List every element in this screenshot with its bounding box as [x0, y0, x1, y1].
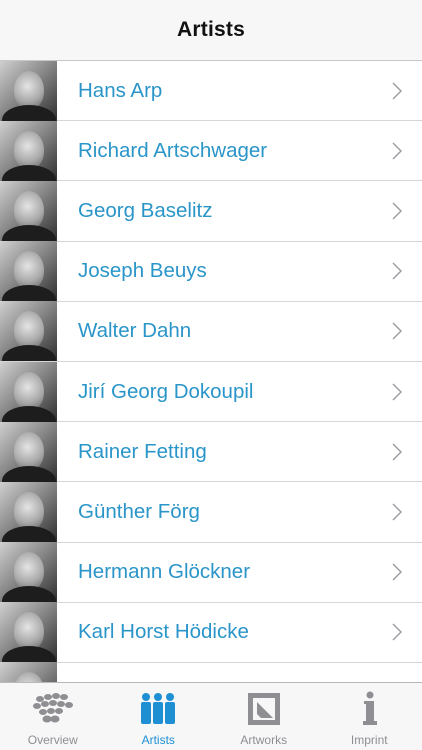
artist-photo [0, 542, 57, 603]
tab-label: Overview [27, 733, 78, 747]
chevron-right-icon [392, 503, 402, 521]
artist-list[interactable]: Hans Arp Richard Artschwager Georg Basel… [0, 61, 422, 682]
list-item[interactable]: Richard Artschwager [0, 120, 422, 182]
list-item[interactable]: Hans Arp [0, 61, 422, 122]
list-item[interactable]: Walter Dahn [0, 301, 422, 362]
chevron-right-icon [392, 383, 402, 401]
artist-name: Georg Baselitz [78, 198, 213, 222]
page-title: Artists [177, 18, 245, 41]
chevron-right-icon [392, 202, 402, 220]
tab-label: Imprint [350, 733, 388, 747]
chevron-right-icon [392, 443, 402, 461]
artist-name: Rainer Fetting [78, 439, 207, 463]
artists-icon [136, 689, 180, 729]
artist-name: Walter Dahn [78, 319, 192, 343]
tab-imprint[interactable]: Imprint [317, 683, 422, 750]
artist-name: Jirí Georg Dokoupil [78, 379, 254, 403]
chevron-right-icon [392, 82, 402, 100]
artist-photo [0, 301, 57, 362]
tab-bar: Overview Artists Artworks Imprint [0, 682, 422, 750]
artist-name: Richard Artschwager [78, 138, 268, 162]
list-item[interactable]: Karl Horst Hödicke [0, 602, 422, 663]
chevron-right-icon [392, 262, 402, 280]
navigation-bar: Artists [0, 0, 422, 61]
artist-photo [0, 180, 57, 241]
artist-name: Günther Förg [78, 499, 200, 523]
list-item[interactable]: Joseph Beuys [0, 241, 422, 302]
artist-photo [0, 61, 57, 121]
tab-artworks[interactable]: Artworks [211, 683, 317, 750]
artist-photo [0, 481, 57, 542]
imprint-icon [347, 689, 391, 729]
artist-name: Joseph Beuys [78, 259, 207, 283]
tab-label: Artists [141, 733, 175, 747]
list-item[interactable]: Rainer Fetting [0, 421, 422, 483]
artworks-icon [242, 689, 286, 729]
artist-photo [0, 421, 57, 482]
artist-name: Hans Arp [78, 78, 163, 102]
tab-label: Artworks [240, 733, 288, 747]
tab-artists[interactable]: Artists [106, 683, 212, 750]
artist-photo [0, 602, 57, 663]
tab-overview[interactable]: Overview [0, 683, 106, 750]
artist-photo [0, 241, 57, 302]
list-item[interactable]: Georg Baselitz [0, 180, 422, 242]
artist-photo [0, 361, 57, 422]
chevron-right-icon [392, 142, 402, 160]
list-item[interactable] [0, 662, 422, 682]
list-item[interactable]: Hermann Glöckner [0, 542, 422, 603]
chevron-right-icon [392, 563, 402, 581]
overview-icon [31, 689, 75, 729]
list-item[interactable]: Jirí Georg Dokoupil [0, 361, 422, 423]
chevron-right-icon [392, 623, 402, 641]
list-item[interactable]: Günther Förg [0, 481, 422, 543]
artist-photo [0, 120, 57, 181]
chevron-right-icon [392, 322, 402, 340]
artist-name: Karl Horst Hödicke [78, 620, 249, 644]
artist-photo [0, 662, 57, 682]
artist-name: Hermann Glöckner [78, 560, 251, 584]
